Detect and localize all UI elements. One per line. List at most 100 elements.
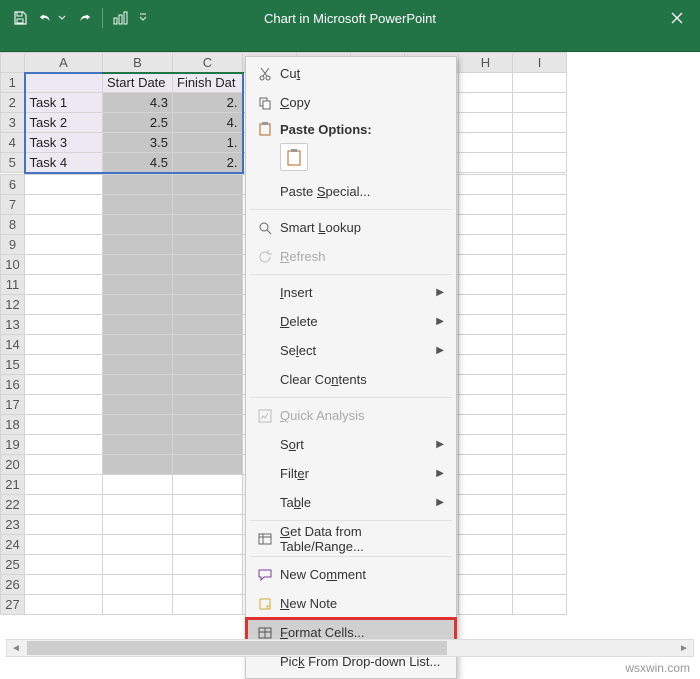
cell[interactable] — [513, 93, 567, 113]
cell[interactable] — [459, 454, 513, 474]
cell[interactable] — [103, 374, 173, 394]
cell[interactable] — [513, 314, 567, 334]
cell[interactable]: 3.5 — [103, 133, 173, 153]
cell[interactable] — [103, 334, 173, 354]
cell[interactable] — [173, 474, 243, 494]
cell[interactable] — [459, 234, 513, 254]
cell[interactable] — [103, 394, 173, 414]
cell[interactable] — [173, 314, 243, 334]
cell[interactable] — [459, 434, 513, 454]
row-header[interactable]: 4 — [1, 133, 25, 153]
cell[interactable] — [173, 594, 243, 614]
cell[interactable]: Finish Dat — [173, 73, 243, 93]
scroll-right-button[interactable]: ► — [675, 640, 693, 656]
cell[interactable] — [173, 414, 243, 434]
row-header[interactable]: 19 — [1, 434, 25, 454]
cell[interactable] — [513, 414, 567, 434]
cell[interactable] — [513, 214, 567, 234]
row-header[interactable]: 9 — [1, 234, 25, 254]
cell[interactable] — [513, 334, 567, 354]
cell[interactable] — [459, 414, 513, 434]
cell[interactable]: Task 3 — [25, 133, 103, 153]
cell[interactable] — [459, 214, 513, 234]
cell[interactable] — [103, 474, 173, 494]
cell[interactable] — [459, 334, 513, 354]
row-header[interactable]: 5 — [1, 153, 25, 173]
horizontal-scrollbar[interactable]: ◄ ► — [6, 639, 694, 657]
select-all-corner[interactable] — [1, 53, 25, 73]
cell[interactable] — [513, 594, 567, 614]
col-header[interactable]: I — [513, 53, 567, 73]
cell[interactable] — [103, 594, 173, 614]
menu-new-note[interactable]: New Note — [246, 589, 456, 618]
cell[interactable] — [173, 574, 243, 594]
row-header[interactable]: 6 — [1, 174, 25, 194]
cell[interactable] — [103, 294, 173, 314]
cell[interactable] — [513, 454, 567, 474]
cell[interactable] — [173, 554, 243, 574]
cell[interactable] — [173, 214, 243, 234]
cell[interactable] — [103, 174, 173, 194]
cell[interactable] — [103, 194, 173, 214]
cell[interactable]: Task 1 — [25, 93, 103, 113]
cell[interactable] — [459, 534, 513, 554]
col-header[interactable]: C — [173, 53, 243, 73]
cell[interactable] — [25, 174, 103, 194]
cell[interactable] — [173, 334, 243, 354]
cell[interactable] — [513, 294, 567, 314]
cell[interactable] — [25, 73, 103, 93]
menu-copy[interactable]: Copy — [246, 88, 456, 117]
row-header[interactable]: 15 — [1, 354, 25, 374]
cell[interactable] — [25, 494, 103, 514]
row-header[interactable]: 10 — [1, 254, 25, 274]
cell[interactable]: Task 2 — [25, 113, 103, 133]
paste-default-button[interactable] — [280, 143, 308, 171]
cell[interactable] — [25, 474, 103, 494]
row-header[interactable]: 2 — [1, 93, 25, 113]
cell[interactable] — [459, 194, 513, 214]
menu-new-comment[interactable]: New Comment — [246, 560, 456, 589]
cell[interactable] — [459, 554, 513, 574]
cell[interactable] — [173, 454, 243, 474]
cell[interactable] — [513, 574, 567, 594]
row-header[interactable]: 11 — [1, 274, 25, 294]
cell[interactable] — [459, 133, 513, 153]
row-header[interactable]: 1 — [1, 73, 25, 93]
menu-cut[interactable]: Cut — [246, 59, 456, 88]
close-button[interactable] — [654, 0, 700, 36]
cell[interactable] — [513, 274, 567, 294]
row-header[interactable]: 18 — [1, 414, 25, 434]
cell[interactable] — [173, 274, 243, 294]
cell[interactable] — [25, 434, 103, 454]
cell[interactable] — [513, 113, 567, 133]
cell[interactable] — [459, 494, 513, 514]
cell[interactable] — [513, 354, 567, 374]
menu-table[interactable]: Table ▶ — [246, 488, 456, 517]
cell[interactable] — [25, 334, 103, 354]
cell[interactable]: 4.5 — [103, 153, 173, 173]
cell[interactable] — [459, 294, 513, 314]
cell[interactable] — [173, 434, 243, 454]
row-header[interactable]: 8 — [1, 214, 25, 234]
cell[interactable] — [459, 394, 513, 414]
scroll-left-button[interactable]: ◄ — [7, 640, 25, 656]
cell[interactable] — [103, 554, 173, 574]
cell[interactable] — [173, 534, 243, 554]
menu-clear-contents[interactable]: Clear Contents — [246, 365, 456, 394]
cell[interactable]: 2.5 — [103, 113, 173, 133]
cell[interactable] — [25, 594, 103, 614]
cell[interactable] — [513, 534, 567, 554]
row-header[interactable]: 24 — [1, 534, 25, 554]
cell[interactable] — [173, 394, 243, 414]
cell[interactable] — [25, 274, 103, 294]
cell[interactable] — [103, 574, 173, 594]
cell[interactable] — [103, 454, 173, 474]
menu-smart-lookup[interactable]: Smart Lookup — [246, 213, 456, 242]
cell[interactable] — [103, 434, 173, 454]
cell[interactable] — [25, 554, 103, 574]
cell[interactable] — [25, 234, 103, 254]
cell[interactable]: Start Date — [103, 73, 173, 93]
cell[interactable] — [513, 434, 567, 454]
cell[interactable]: Task 4 — [25, 153, 103, 173]
menu-sort[interactable]: Sort ▶ — [246, 430, 456, 459]
